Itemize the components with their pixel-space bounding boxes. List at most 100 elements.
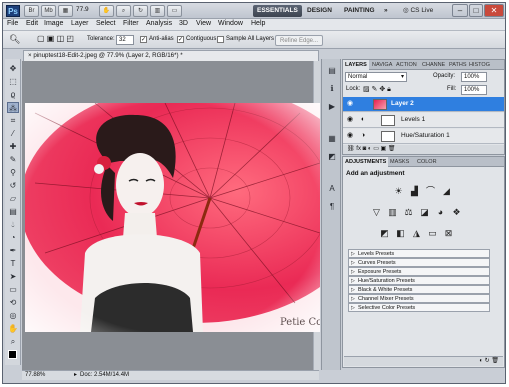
vibrance-icon[interactable]: ▽ (371, 207, 382, 218)
menu-help[interactable]: Help (251, 20, 265, 27)
photo-artwork[interactable]: Petie Co (25, 103, 320, 332)
refine-edge-button[interactable]: Refine Edge... (275, 35, 324, 46)
menu-image[interactable]: Image (44, 20, 63, 27)
preset-hue-saturation[interactable]: Hue/Saturation Presets (348, 276, 490, 285)
menu-window[interactable]: Window (218, 20, 243, 27)
tab-navigator[interactable]: NAVIGA (370, 60, 394, 70)
workspace-painting[interactable]: PAINTING (340, 5, 379, 17)
dodge-tool-icon[interactable]: ◔ (7, 232, 19, 243)
paragraph-panel-icon[interactable]: ¶ (326, 201, 338, 213)
foreground-color-swatch[interactable] (8, 350, 17, 359)
clone-stamp-tool-icon[interactable]: ⚲ (7, 167, 19, 178)
close-button[interactable]: ✕ (484, 4, 504, 17)
preset-levels[interactable]: Levels Presets (348, 249, 490, 258)
maximize-button[interactable]: □ (469, 4, 483, 17)
tab-histogram[interactable]: HISTOG (467, 60, 492, 70)
screen-mode-button[interactable]: ▭ (167, 5, 182, 17)
black-white-icon[interactable]: ◪ (419, 207, 430, 218)
character-panel-icon[interactable]: A (326, 183, 338, 195)
crop-tool-icon[interactable]: ⌗ (7, 115, 19, 126)
selective-color-icon[interactable]: ⊠ (443, 228, 454, 239)
preset-selective-color[interactable]: Selective Color Presets (348, 303, 490, 312)
gradient-map-icon[interactable]: ▭ (427, 228, 438, 239)
tab-paths[interactable]: PATHS (447, 60, 469, 70)
marquee-tool-icon[interactable]: ⬚ (7, 76, 19, 87)
channel-mixer-icon[interactable]: ❖ (451, 207, 462, 218)
tab-color[interactable]: COLOR (415, 157, 439, 167)
tab-layers[interactable]: LAYERS (343, 60, 369, 70)
eraser-tool-icon[interactable]: ▱ (7, 193, 19, 204)
selection-mode-icons[interactable]: ▢ ▣ ◫ ◰ (37, 34, 74, 43)
type-tool-icon[interactable]: T (7, 258, 19, 269)
blend-mode-select[interactable]: Normal ▾ (345, 72, 407, 82)
rotate-view-button[interactable]: ↻ (133, 5, 148, 17)
tab-actions[interactable]: ACTION (394, 60, 419, 70)
healing-brush-tool-icon[interactable]: ✚ (7, 141, 19, 152)
pen-tool-icon[interactable]: ✒ (7, 245, 19, 256)
zoom-status[interactable]: 77.88% (25, 371, 45, 380)
move-tool-icon[interactable]: ✥ (7, 63, 19, 74)
layer-row-layer-2[interactable]: ◉ Layer 2 (343, 97, 504, 112)
visibility-eye-icon[interactable]: ◉ (346, 116, 354, 124)
quick-selection-tool-icon[interactable]: ⁂ (7, 102, 19, 113)
visibility-eye-icon[interactable]: ◉ (346, 100, 354, 108)
blur-tool-icon[interactable]: 💧︎ (7, 219, 19, 230)
3d-camera-tool-icon[interactable]: ◎ (7, 310, 19, 321)
fill-input[interactable]: 100% (461, 85, 487, 95)
view-extras-button[interactable]: ▦ (58, 5, 73, 17)
hue-saturation-icon[interactable]: ▥ (387, 207, 398, 218)
menu-select[interactable]: Select (96, 20, 115, 27)
adjustments-footer-icons[interactable]: ◐ ↻ 🗑︎ (344, 356, 503, 366)
history-brush-tool-icon[interactable]: ↺ (7, 180, 19, 191)
anti-alias-checkbox[interactable]: ✓ (140, 36, 147, 43)
tab-channels[interactable]: CHANNE (420, 60, 447, 70)
layer-row-hue-saturation-1[interactable]: ◉ ◑ Hue/Saturation 1 (343, 129, 504, 144)
tolerance-input[interactable]: 32 (116, 35, 134, 45)
swatches-panel-icon[interactable]: ▦ (326, 133, 338, 145)
layer-row-levels-1[interactable]: ◉ ◐ Levels 1 (343, 113, 504, 128)
styles-panel-icon[interactable]: ◩ (326, 151, 338, 163)
path-selection-tool-icon[interactable]: ➤ (7, 271, 19, 282)
menu-file[interactable]: File (7, 20, 18, 27)
levels-icon[interactable]: ▟ (409, 186, 420, 197)
doc-info-arrow-icon[interactable]: ▸ (74, 371, 77, 380)
eyedropper-tool-icon[interactable]: ⁄ (7, 128, 19, 139)
actions-panel-icon[interactable]: ▶ (326, 101, 338, 113)
brightness-contrast-icon[interactable]: ☀ (393, 186, 404, 197)
preset-curves[interactable]: Curves Presets (348, 258, 490, 267)
color-balance-icon[interactable]: ⚖ (403, 207, 414, 218)
history-panel-icon[interactable]: ▤ (326, 65, 338, 77)
workspace-essentials[interactable]: ESSENTIALS (253, 5, 302, 17)
workspace-more[interactable]: » (380, 5, 392, 17)
minimize-button[interactable]: – (452, 4, 468, 17)
hand-tool-button[interactable]: ✋ (99, 5, 114, 17)
lasso-tool-icon[interactable]: ϱ (7, 89, 19, 100)
brush-tool-icon[interactable]: ✎ (7, 154, 19, 165)
exposure-icon[interactable]: ◢ (441, 186, 452, 197)
menu-3d[interactable]: 3D (179, 20, 188, 27)
cs-live-menu[interactable]: ◎ CS Live (403, 5, 433, 17)
preset-exposure[interactable]: Exposure Presets (348, 267, 490, 276)
magic-wand-tool-icon[interactable]: 🔍︎ (9, 34, 20, 45)
shape-tool-icon[interactable]: ▭ (7, 284, 19, 295)
zoom-tool-button[interactable]: ⌕ (116, 5, 131, 17)
menu-filter[interactable]: Filter (123, 20, 139, 27)
opacity-input[interactable]: 100% (461, 72, 487, 82)
arrange-documents-button[interactable]: ▥ (150, 5, 165, 17)
curves-icon[interactable]: ⌒ (425, 186, 436, 197)
invert-icon[interactable]: ◩ (379, 228, 390, 239)
lock-options-icons[interactable]: ▨ ✎ ✥ 🔒︎ (363, 85, 391, 94)
preset-black-white[interactable]: Black & White Presets (348, 285, 490, 294)
document-tab[interactable]: × pinuptest18-Edit-2.jpeg @ 77.9% (Layer… (23, 50, 319, 61)
menu-analysis[interactable]: Analysis (146, 20, 172, 27)
hand-tool-icon[interactable]: ✋ (7, 323, 19, 334)
menu-edit[interactable]: Edit (26, 20, 38, 27)
tab-adjustments[interactable]: ADJUSTMENTS (343, 157, 389, 167)
preset-channel-mixer[interactable]: Channel Mixer Presets (348, 294, 490, 303)
3d-rotate-tool-icon[interactable]: ⟲ (7, 297, 19, 308)
zoom-level[interactable]: 77.9 (76, 6, 89, 13)
menu-view[interactable]: View (196, 20, 211, 27)
threshold-icon[interactable]: ◮ (411, 228, 422, 239)
sample-all-layers-checkbox[interactable] (217, 36, 224, 43)
tab-masks[interactable]: MASKS (388, 157, 411, 167)
